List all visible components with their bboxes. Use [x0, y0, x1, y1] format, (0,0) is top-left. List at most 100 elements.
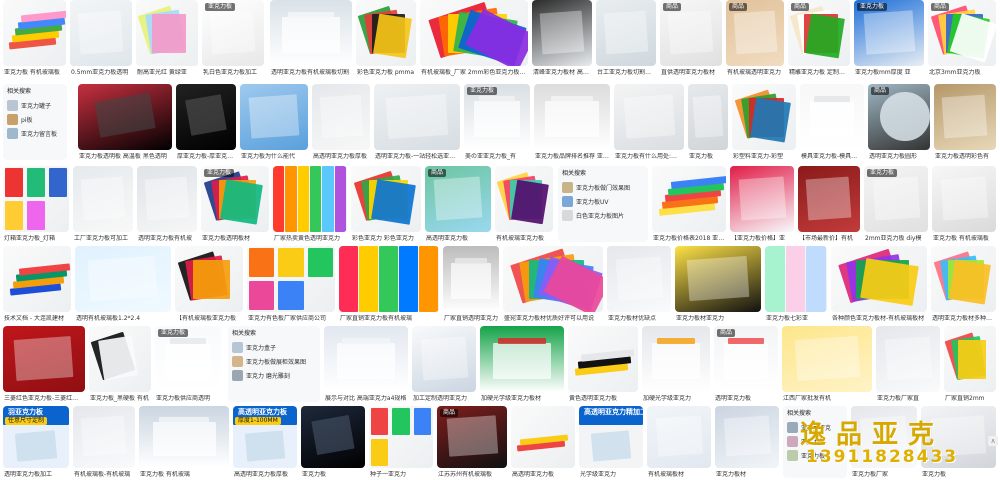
result-caption[interactable]: 耐高亚光红 黄绿亚	[137, 69, 197, 77]
image-result[interactable]: 透明亚克力板材多种颜色	[931, 246, 996, 326]
image-result[interactable]: 【亚克力板价格】亚	[730, 166, 794, 246]
result-thumbnail[interactable]: 商品	[868, 84, 930, 150]
result-caption[interactable]: 工厂亚克力板可加工	[74, 235, 132, 243]
result-thumbnail[interactable]	[270, 0, 352, 66]
image-result[interactable]: 加硬光学级亚克力板材	[480, 326, 564, 406]
result-thumbnail[interactable]: 商品	[928, 0, 996, 66]
image-result[interactable]: 亚克力板材亚克力	[675, 246, 761, 326]
result-caption[interactable]: 透明亚克力板材多种颜色	[932, 315, 995, 323]
result-caption[interactable]: 江苏苏州有机玻璃板	[438, 471, 506, 479]
image-result[interactable]: 工厂亚克力板可加工	[73, 166, 133, 246]
result-thumbnail[interactable]	[89, 326, 151, 392]
result-thumbnail[interactable]: 亚克力板	[854, 0, 924, 66]
result-thumbnail[interactable]	[511, 406, 575, 468]
result-thumbnail[interactable]	[3, 326, 85, 392]
result-caption[interactable]: 三菱红色亚克力板-三菱红色亚	[4, 395, 84, 403]
result-thumbnail[interactable]	[675, 246, 761, 312]
image-result[interactable]: 有机玻璃板_厂家 2mm彩色亚克力板 亚	[420, 0, 528, 80]
image-result[interactable]: 亚克力板_黑硬板 有机	[89, 326, 151, 406]
result-caption[interactable]: 亚克力板有什么用处:云显在线	[615, 153, 683, 161]
result-thumbnail[interactable]	[642, 326, 710, 392]
image-result[interactable]: 厂家直销透明亚克力	[443, 246, 499, 326]
image-result[interactable]: 商品 直供透明亚克力板材	[660, 0, 722, 80]
result-thumbnail[interactable]	[137, 166, 197, 232]
image-result[interactable]: 彩色亚克力板 pmma	[356, 0, 416, 80]
image-result[interactable]: 亚克力板厂家直	[876, 326, 940, 406]
result-thumbnail[interactable]	[931, 246, 996, 312]
image-result[interactable]: 羽亚克力板 任意尺寸定制 透明亚克力板加工	[3, 406, 69, 480]
result-thumbnail[interactable]	[568, 326, 638, 392]
result-thumbnail[interactable]	[369, 406, 433, 468]
result-caption[interactable]: 亚克力板品牌排名推荐 亚克力板多少钱	[535, 153, 609, 161]
result-thumbnail[interactable]	[3, 0, 66, 66]
image-result[interactable]: 黄色透明亚克力板	[568, 326, 638, 406]
result-thumbnail[interactable]	[70, 0, 132, 66]
result-caption[interactable]: 亚克力板	[689, 153, 727, 161]
result-thumbnail[interactable]: 亚克力板	[202, 0, 264, 66]
result-caption[interactable]: 亚克力有色板厂家供应商公司	[248, 315, 334, 323]
result-thumbnail[interactable]	[324, 326, 408, 392]
result-thumbnail[interactable]	[831, 246, 927, 312]
image-result[interactable]: 厂家热卖黄色透明亚克力	[273, 166, 347, 246]
result-thumbnail[interactable]	[73, 406, 135, 468]
result-thumbnail[interactable]	[136, 0, 198, 66]
result-caption[interactable]: 【有机玻璃板亚克力板	[176, 315, 242, 323]
image-result[interactable]: 商品 精雕亚克力板 定制透明	[788, 0, 850, 80]
image-result[interactable]: 商品 透明亚克力板	[714, 326, 778, 406]
image-result[interactable]: 三菱红色亚克力板-三菱红色亚	[3, 326, 85, 406]
result-thumbnail[interactable]	[75, 246, 171, 312]
result-caption[interactable]: 北京3mm亚克力板	[929, 69, 995, 77]
image-result[interactable]: 商品 有机玻璃透明亚克力	[726, 0, 784, 80]
image-result[interactable]: 亚克力板透明彩色有	[934, 84, 996, 164]
image-result[interactable]: 商品 透明亚克力板圆形	[868, 84, 930, 164]
result-thumbnail[interactable]	[688, 84, 728, 150]
result-caption[interactable]: 种子一亚克力	[370, 471, 432, 479]
result-thumbnail[interactable]	[932, 166, 996, 232]
image-result[interactable]: 耐高亚光红 黄绿亚	[136, 0, 198, 80]
result-thumbnail[interactable]	[312, 84, 370, 150]
result-caption[interactable]: 亚克力板厂家直	[877, 395, 939, 403]
result-caption[interactable]: 亚克力板透明板 高温板 黑色透明	[79, 153, 171, 161]
result-thumbnail[interactable]	[420, 0, 528, 66]
image-result[interactable]: 技术文档 - 大连凯建材	[3, 246, 71, 326]
image-result[interactable]: 亚克力板 有机玻璃板	[932, 166, 996, 246]
related-search-item[interactable]: 亚克力罐子	[7, 98, 63, 112]
image-result[interactable]: 各种颜色亚克力板材-有机玻璃板材	[831, 246, 927, 326]
result-thumbnail[interactable]: 羽亚克力板 任意尺寸定制	[3, 406, 69, 468]
result-thumbnail[interactable]	[73, 166, 133, 232]
image-result[interactable]: 透明亚克力板有机玻	[137, 166, 197, 246]
related-search-item[interactable]: 亚克力板做展柜效果图	[232, 354, 316, 368]
result-thumbnail[interactable]	[647, 406, 711, 468]
result-thumbnail[interactable]	[596, 0, 656, 66]
result-caption[interactable]: 乳白色亚克力板加工	[203, 69, 263, 77]
image-result[interactable]: 有机玻璃亚克力板	[495, 166, 553, 246]
result-thumbnail[interactable]	[443, 246, 499, 312]
image-result[interactable]: 厂家直销2mm	[944, 326, 996, 406]
result-caption[interactable]: 亚克力板七彩亚	[766, 315, 826, 323]
result-caption[interactable]: 高透明亚克力板	[426, 235, 490, 243]
result-thumbnail[interactable]: 商品	[425, 166, 491, 232]
result-caption[interactable]: 透明亚克力板-一站轻松选亚克力板	[375, 153, 459, 161]
result-caption[interactable]: 台工亚克力板切割加工零切亚	[597, 69, 655, 77]
image-result[interactable]: 亚克力板 有机玻璃	[139, 406, 229, 480]
result-thumbnail[interactable]	[301, 406, 365, 468]
image-result[interactable]: 台工亚克力板切割加工零切亚	[596, 0, 656, 80]
result-thumbnail[interactable]: 亚克力板	[155, 326, 221, 392]
result-caption[interactable]: 清峰亚克力板材 高透明pmma	[533, 69, 591, 77]
image-result[interactable]: 亚克力板	[688, 84, 728, 164]
image-result[interactable]: 厂家直销亚克力板有机玻璃	[339, 246, 439, 326]
result-caption[interactable]: 厂家直销亚克力板有机玻璃	[340, 315, 438, 323]
result-thumbnail[interactable]: 商品	[660, 0, 722, 66]
result-thumbnail[interactable]	[534, 84, 610, 150]
image-result[interactable]: 亚克力板有什么用处:云显在线	[614, 84, 684, 164]
result-caption[interactable]: 彩色亚克力板 pmma	[357, 69, 415, 77]
result-thumbnail[interactable]	[3, 246, 71, 312]
result-thumbnail[interactable]	[247, 246, 335, 312]
image-result[interactable]: 清峰亚克力板材 高透明pmma	[532, 0, 592, 80]
result-caption[interactable]: 亚克力板材亚克力	[676, 315, 760, 323]
image-result[interactable]: 加工定制透明亚克力	[412, 326, 476, 406]
result-caption[interactable]: 高透明亚克力板厚板	[313, 153, 369, 161]
result-caption[interactable]: 厂家热卖黄色透明亚克力	[274, 235, 346, 243]
image-result[interactable]: 亚克力有色板厂家供应商公司	[247, 246, 335, 326]
image-result[interactable]: 江西厂家批发有机	[782, 326, 872, 406]
